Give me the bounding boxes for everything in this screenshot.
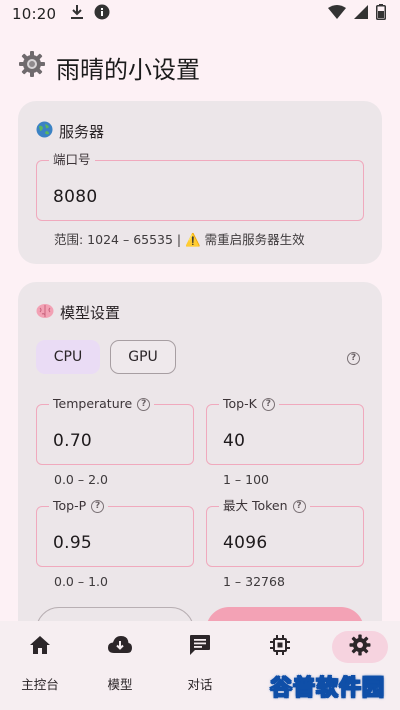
- nav-item-chat[interactable]: 对话: [160, 621, 240, 710]
- brain-icon: [36, 303, 54, 323]
- info-icon: [94, 4, 110, 24]
- top-p-range: 0.0 – 1.0: [54, 574, 108, 589]
- page-title-text: 雨晴的小设置: [56, 55, 200, 84]
- top-k-value[interactable]: 40: [223, 431, 245, 451]
- watermark-text: 谷普软件园: [269, 676, 386, 702]
- nav-label-model: 模型: [107, 677, 133, 692]
- gear-icon: [18, 50, 46, 84]
- signal-icon: [354, 5, 368, 23]
- top-k-field[interactable]: Top-K? 40: [206, 395, 364, 465]
- status-bar: 10:20: [0, 0, 400, 28]
- model-section-title: 模型设置: [60, 304, 121, 322]
- nav-label-chat: 对话: [187, 677, 213, 692]
- temperature-help-icon[interactable]: ?: [137, 397, 151, 411]
- max-token-range: 1 – 32768: [223, 574, 285, 589]
- device-option-cpu[interactable]: CPU: [36, 340, 100, 374]
- max-token-value[interactable]: 4096: [223, 533, 267, 553]
- chat-icon: [189, 634, 211, 660]
- max-token-field[interactable]: 最大 Token? 4096: [206, 497, 364, 567]
- globe-icon: [36, 121, 53, 142]
- top-k-label: Top-K?: [219, 395, 279, 413]
- gear-icon: [349, 634, 371, 660]
- watermark: 谷普软件园: [269, 666, 386, 706]
- top-p-field[interactable]: Top-P? 0.95: [36, 497, 194, 567]
- temperature-range: 0.0 – 2.0: [54, 472, 108, 487]
- download-icon: [70, 4, 84, 24]
- server-card: 服务器 端口号 8080 范围: 1024 – 65535 | ⚠️ 需重启服务…: [18, 101, 382, 264]
- top-k-range: 1 – 100: [223, 472, 270, 487]
- nav-label-dashboard: 主控台: [21, 677, 59, 692]
- server-section-header: 服务器: [36, 121, 104, 142]
- model-section-header: 模型设置: [36, 302, 120, 323]
- home-icon: [29, 635, 51, 659]
- port-value[interactable]: 8080: [53, 187, 97, 207]
- temperature-label: Temperature?: [49, 395, 155, 413]
- battery-icon: [376, 4, 386, 24]
- top-p-label: Top-P?: [49, 497, 109, 515]
- top-p-value[interactable]: 0.95: [53, 533, 92, 553]
- server-section-title: 服务器: [59, 123, 105, 141]
- top-p-help-icon[interactable]: ?: [91, 499, 105, 513]
- wifi-icon: [328, 5, 346, 23]
- device-help-icon[interactable]: ?: [347, 352, 360, 365]
- page-title: 雨晴的小设置: [18, 48, 200, 86]
- nav-item-dashboard[interactable]: 主控台: [0, 621, 80, 710]
- model-card: 模型设置 CPU GPU ? Temperature? 0.70 0.0 – 2…: [18, 282, 382, 642]
- port-hint: 范围: 1024 – 65535 | ⚠️ 需重启服务器生效: [54, 232, 305, 247]
- device-option-gpu[interactable]: GPU: [110, 340, 176, 374]
- nav-item-model[interactable]: 模型: [80, 621, 160, 710]
- port-label: 端口号: [49, 151, 95, 169]
- temperature-field[interactable]: Temperature? 0.70: [36, 395, 194, 465]
- temperature-value[interactable]: 0.70: [53, 431, 92, 451]
- top-k-help-icon[interactable]: ?: [261, 397, 275, 411]
- status-time: 10:20: [12, 5, 57, 23]
- cloud-download-icon: [107, 635, 133, 659]
- port-field[interactable]: 端口号 8080: [36, 151, 364, 221]
- max-token-label: 最大 Token?: [219, 497, 310, 515]
- chip-icon: [269, 634, 291, 660]
- max-token-help-icon[interactable]: ?: [292, 499, 306, 513]
